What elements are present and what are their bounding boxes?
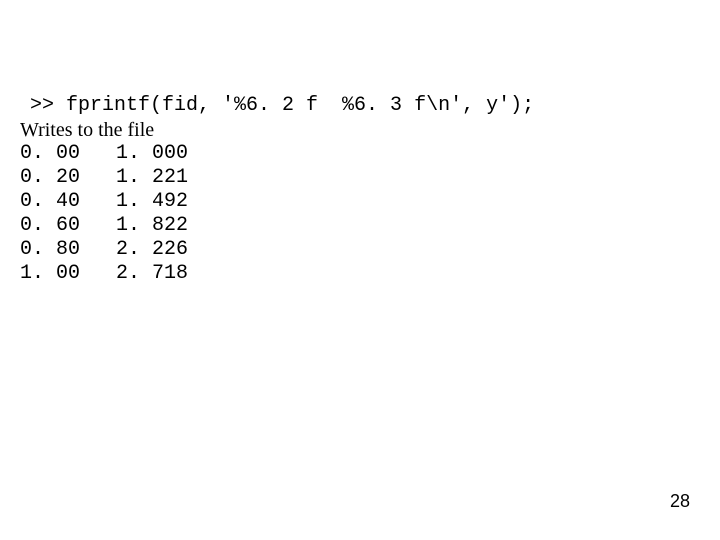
prompt-and-func: >> fprintf(fid, '%6. 2 f %6. 3 f\n', y')…	[30, 94, 534, 117]
description-text: Writes to the file	[20, 118, 700, 142]
table-row: 0. 00 1. 000	[20, 142, 700, 166]
table-row: 1. 00 2. 718	[20, 262, 700, 286]
command-line: >> fprintf(fid, '%6. 2 f %6. 3 f\n', y')…	[20, 68, 700, 118]
data-table: 0. 00 1. 000 0. 20 1. 221 0. 40 1. 492 0…	[20, 142, 700, 286]
table-row: 0. 40 1. 492	[20, 190, 700, 214]
table-row: 0. 60 1. 822	[20, 214, 700, 238]
table-row: 0. 20 1. 221	[20, 166, 700, 190]
page-number: 28	[670, 491, 690, 512]
table-row: 0. 80 2. 226	[20, 238, 700, 262]
